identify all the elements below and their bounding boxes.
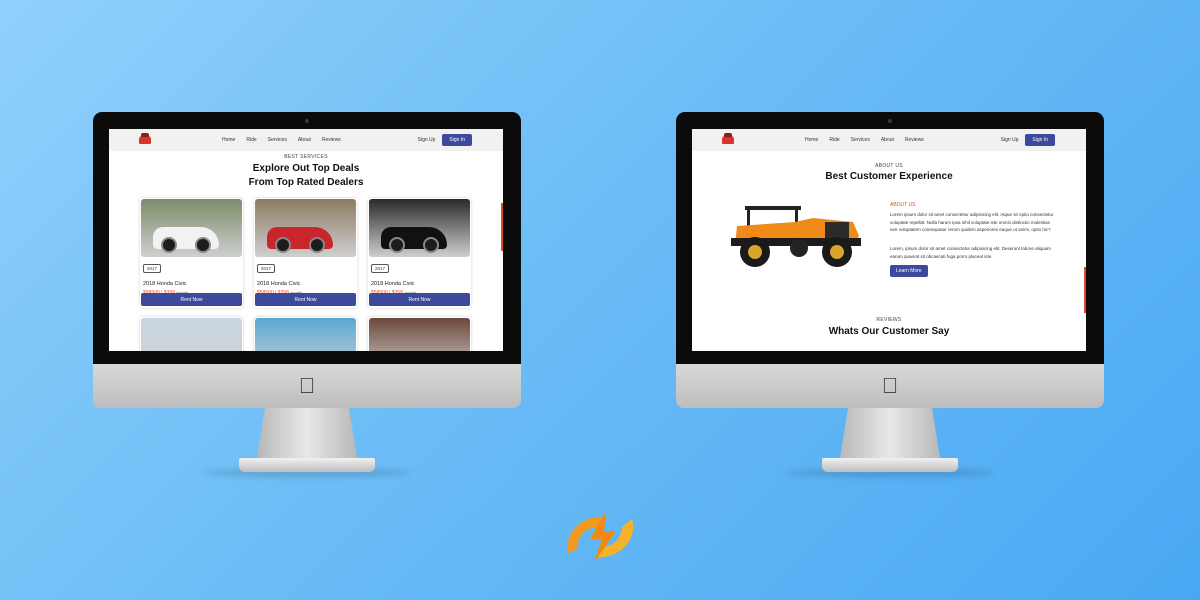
monitor-stand-neck	[840, 408, 940, 458]
car-name: 2018 Honda Civic	[257, 281, 301, 287]
car-card: 2017 2018 Honda Civic $58500 | $358 /mon…	[368, 198, 471, 308]
nav-home[interactable]: Home	[222, 137, 235, 143]
about-heading: Best Customer Experience	[825, 171, 953, 182]
nav-about[interactable]: About	[881, 137, 894, 143]
monitor-stand-base	[822, 458, 958, 472]
jeep-image	[731, 206, 861, 267]
about-label: ABOUT US	[890, 202, 916, 208]
nav-about[interactable]: About	[298, 137, 311, 143]
monitor-bezel: Home Ride Services About Reviews Sign Up…	[676, 112, 1104, 364]
nav-ride[interactable]: Ride	[246, 137, 256, 143]
car-card	[254, 317, 357, 351]
apple-logo-icon: 	[299, 375, 316, 397]
right-monitor: Home Ride Services About Reviews Sign Up…	[676, 112, 1104, 482]
car-card	[140, 317, 243, 351]
nav-ride[interactable]: Ride	[829, 137, 839, 143]
year-badge: 2017	[371, 264, 390, 273]
monitor-chin: 	[676, 364, 1104, 408]
car-logo-icon[interactable]	[722, 133, 734, 144]
car-photo	[141, 199, 242, 257]
car-name: 2018 Honda Civic	[371, 281, 415, 287]
navbar: Home Ride Services About Reviews Sign Up…	[692, 129, 1086, 151]
nav-services[interactable]: Services	[268, 137, 287, 143]
nav-reviews[interactable]: Reviews	[322, 137, 341, 143]
rent-now-button[interactable]: Rent Now	[369, 293, 470, 306]
scrollbar-thumb[interactable]	[501, 203, 503, 251]
nav-services[interactable]: Services	[851, 137, 870, 143]
brand-lightning-logo-icon	[567, 511, 634, 563]
camera-dot	[888, 119, 892, 123]
about-paragraph-1: Lorem ipsum dolor sit amet consectetur a…	[890, 212, 1054, 232]
car-logo-icon[interactable]	[139, 133, 151, 144]
car-photo	[255, 318, 356, 351]
car-name: 2018 Honda Civic	[143, 281, 187, 287]
section-eyebrow: BEST SERVICES	[284, 154, 328, 160]
scrollbar-thumb[interactable]	[1084, 267, 1086, 313]
about-eyebrow: ABOUT US	[875, 163, 903, 169]
car-card	[368, 317, 471, 351]
car-image	[153, 227, 219, 253]
nav-actions: Sign Up Sign In	[1001, 134, 1055, 146]
right-screen: Home Ride Services About Reviews Sign Up…	[692, 129, 1086, 351]
section-heading-line2: From Top Rated Dealers	[248, 177, 364, 188]
car-card-grid: 2017 2018 Honda Civic $58500 | $358 /mon…	[140, 198, 471, 351]
monitor-bezel: Home Ride Services About Reviews Sign Up…	[93, 112, 521, 364]
nav-links: Home Ride Services About Reviews	[222, 137, 341, 143]
left-monitor: Home Ride Services About Reviews Sign Up…	[93, 112, 521, 482]
car-card: 2017 2018 Honda Civic $58500 | $358 /mon…	[254, 198, 357, 308]
rent-now-button[interactable]: Rent Now	[255, 293, 356, 306]
car-photo	[141, 318, 242, 351]
nav-links: Home Ride Services About Reviews	[805, 137, 924, 143]
car-photo	[369, 318, 470, 351]
reviews-heading: Whats Our Customer Say	[828, 326, 950, 337]
left-screen: Home Ride Services About Reviews Sign Up…	[109, 129, 503, 351]
nav-home[interactable]: Home	[805, 137, 818, 143]
signup-link[interactable]: Sign Up	[1001, 137, 1019, 143]
signin-button[interactable]: Sign In	[1025, 134, 1055, 146]
navbar: Home Ride Services About Reviews Sign Up…	[109, 129, 503, 151]
apple-logo-icon: 	[882, 375, 899, 397]
year-badge: 2017	[257, 264, 276, 273]
section-heading-line1: Explore Out Top Deals	[252, 163, 360, 174]
car-photo	[255, 199, 356, 257]
signup-link[interactable]: Sign Up	[418, 137, 436, 143]
learn-more-button[interactable]: Learn More	[890, 265, 928, 277]
monitor-chin: 	[93, 364, 521, 408]
monitor-stand-base	[239, 458, 375, 472]
car-image	[267, 227, 333, 253]
camera-dot	[305, 119, 309, 123]
car-image	[381, 227, 447, 253]
reviews-eyebrow: REVIEWS	[876, 317, 902, 323]
car-photo	[369, 199, 470, 257]
about-paragraph-2: Lorem, ipsum dolor sit amet consectetur …	[890, 246, 1051, 259]
year-badge: 2017	[143, 264, 162, 273]
signin-button[interactable]: Sign In	[442, 134, 472, 146]
nav-reviews[interactable]: Reviews	[905, 137, 924, 143]
rent-now-button[interactable]: Rent Now	[141, 293, 242, 306]
monitor-stand-neck	[257, 408, 357, 458]
nav-actions: Sign Up Sign In	[418, 134, 472, 146]
car-card: 2017 2018 Honda Civic $58500 | $358 /mon…	[140, 198, 243, 308]
